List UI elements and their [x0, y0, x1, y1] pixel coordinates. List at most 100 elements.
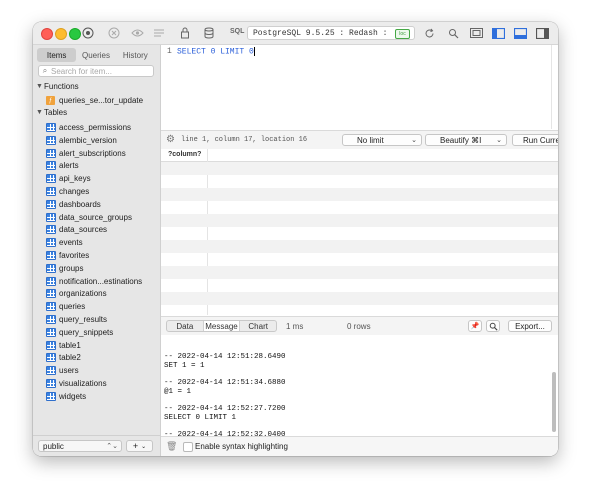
table-row[interactable]: [161, 227, 558, 240]
tab-queries[interactable]: Queries: [76, 48, 115, 62]
table-label: query_results: [59, 315, 108, 324]
table-icon: [46, 327, 56, 337]
title-bar: SQL PostgreSQL 9.5.25 : Redash : loc: [33, 22, 558, 45]
record-icon[interactable]: [81, 26, 95, 40]
tab-items[interactable]: Items: [37, 48, 77, 62]
table-icon: [46, 340, 56, 350]
table-icon: [46, 238, 56, 248]
function-item[interactable]: ƒ queries_se...tor_update: [46, 94, 158, 107]
database-icon[interactable]: [202, 26, 216, 40]
export-button[interactable]: Export...: [508, 320, 552, 332]
table-item[interactable]: organizations: [46, 287, 158, 300]
table-item[interactable]: favorites: [46, 249, 158, 262]
table-item[interactable]: changes: [46, 185, 158, 198]
sql-editor[interactable]: 1 SELECT 0 LIMIT 0: [161, 45, 558, 129]
table-item[interactable]: events: [46, 236, 158, 249]
refresh-icon[interactable]: [422, 26, 436, 40]
table-icon: [46, 366, 56, 376]
table-item[interactable]: table1: [46, 339, 158, 352]
table-row[interactable]: [161, 162, 558, 175]
table-item[interactable]: notification...estinations: [46, 275, 158, 288]
gear-icon[interactable]: ⚙: [166, 134, 175, 145]
syntax-highlighting-checkbox[interactable]: [183, 442, 193, 452]
zoom-window-button[interactable]: [69, 28, 81, 40]
table-item[interactable]: alembic_version: [46, 134, 158, 147]
table-label: favorites: [59, 251, 90, 260]
chevron-down-icon: ⌄: [411, 137, 417, 144]
text-cursor: [253, 47, 255, 56]
eye-icon[interactable]: [130, 26, 144, 40]
column-header[interactable]: ?column?: [168, 151, 201, 158]
table-row[interactable]: [161, 175, 558, 188]
log-statement: SELECT 0 LIMIT 1: [164, 414, 237, 422]
split-view-icon[interactable]: [469, 26, 483, 40]
search-icon[interactable]: [446, 26, 460, 40]
function-icon: ƒ: [46, 96, 55, 105]
tab-message[interactable]: Message: [203, 321, 241, 331]
table-row[interactable]: [161, 279, 558, 292]
toggle-sidebar-left-icon[interactable]: [491, 26, 505, 40]
table-item[interactable]: visualizations: [46, 377, 158, 390]
search-placeholder[interactable]: Search for item...: [51, 67, 112, 76]
table-row[interactable]: [161, 188, 558, 201]
table-item[interactable]: table2: [46, 351, 158, 364]
table-item[interactable]: dashboards: [46, 198, 158, 211]
trash-icon[interactable]: 🗑: [166, 441, 177, 452]
table-label: changes: [59, 187, 90, 196]
table-item[interactable]: access_permissions: [46, 121, 158, 134]
connection-field[interactable]: PostgreSQL 9.5.25 : Redash : loc: [247, 26, 415, 40]
table-row[interactable]: [161, 292, 558, 305]
toggle-sidebar-right-icon[interactable]: [535, 26, 549, 40]
table-item[interactable]: users: [46, 364, 158, 377]
table-row[interactable]: [161, 305, 558, 315]
sidebar-search[interactable]: ⌕ Search for item...: [38, 65, 154, 77]
editor-scrollbar[interactable]: [551, 45, 552, 129]
minimize-window-button[interactable]: [55, 28, 67, 40]
chevron-updown-icon: ⌃⌄: [106, 443, 118, 450]
table-row[interactable]: [161, 214, 558, 227]
syntax-highlighting-label[interactable]: Enable syntax highlighting: [195, 442, 288, 451]
table-item[interactable]: api_keys: [46, 172, 158, 185]
table-label: groups: [59, 263, 84, 273]
functions-section[interactable]: ▼ Functions: [36, 82, 79, 91]
search-results-button[interactable]: [486, 320, 500, 332]
table-item[interactable]: alert_subscriptions: [46, 147, 158, 160]
table-item[interactable]: query_snippets: [46, 326, 158, 339]
tables-section[interactable]: ▼ Tables: [36, 108, 67, 117]
close-window-button[interactable]: [41, 28, 53, 40]
log-scrollbar[interactable]: [552, 372, 556, 432]
tab-data[interactable]: Data: [167, 321, 204, 331]
results-grid[interactable]: ?column?: [161, 149, 558, 315]
add-button[interactable]: + ⌄: [126, 440, 153, 452]
table-label: table2: [59, 353, 81, 363]
table-item[interactable]: query_results: [46, 313, 158, 326]
pin-icon: 📌: [470, 323, 480, 330]
schema-select[interactable]: public ⌃⌄: [38, 440, 122, 452]
message-log[interactable]: -- 2022-04-14 12:51:28.6490 SET 1 = 1 -- 2…: [161, 335, 558, 448]
list-icon[interactable]: [152, 26, 166, 40]
table-item[interactable]: groups: [46, 262, 158, 275]
pin-button[interactable]: 📌: [468, 320, 482, 332]
chevron-down-icon: ▼: [36, 83, 43, 90]
lock-icon[interactable]: [178, 26, 192, 40]
table-item[interactable]: alerts: [46, 159, 158, 172]
table-row[interactable]: [161, 253, 558, 266]
table-row[interactable]: [161, 266, 558, 279]
sql-label[interactable]: SQL: [230, 28, 244, 35]
limit-select[interactable]: No limit ⌄: [342, 134, 422, 146]
tab-history[interactable]: History: [116, 48, 155, 62]
table-item[interactable]: data_source_groups: [46, 211, 158, 224]
toggle-bottom-panel-icon[interactable]: [513, 26, 527, 40]
limit-value: No limit: [357, 135, 384, 145]
tab-chart[interactable]: Chart: [240, 321, 276, 331]
stop-icon[interactable]: [107, 26, 121, 40]
table-row[interactable]: [161, 201, 558, 214]
table-item[interactable]: data_sources: [46, 223, 158, 236]
table-item[interactable]: queries: [46, 300, 158, 313]
table-row[interactable]: [161, 240, 558, 253]
table-item[interactable]: widgets: [46, 390, 158, 403]
table-icon: [46, 289, 56, 299]
run-current-button[interactable]: Run Current ⌄: [512, 134, 558, 146]
beautify-button[interactable]: Beautify ⌘I ⌄: [425, 134, 507, 146]
code-line[interactable]: SELECT 0 LIMIT 0: [177, 47, 255, 57]
